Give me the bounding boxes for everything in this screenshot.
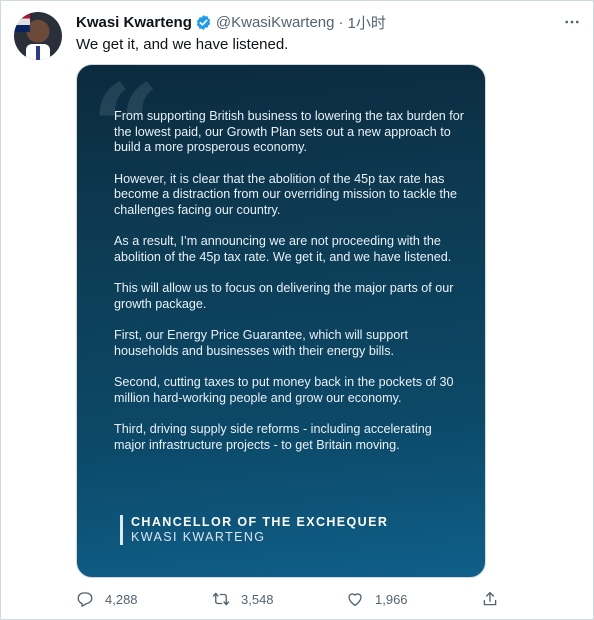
- reply-count: 4,288: [105, 591, 138, 607]
- statement-paragraph: Third, driving supply side reforms - inc…: [114, 421, 432, 452]
- retweet-button[interactable]: 3,548: [212, 588, 274, 610]
- statement-text: From supporting British business to lowe…: [114, 109, 464, 469]
- retweet-count: 3,548: [241, 591, 274, 607]
- statement-paragraph: As a result, I’m announcing we are not p…: [114, 234, 452, 264]
- signature-title: CHANCELLOR OF THE EXCHEQUER: [131, 515, 389, 529]
- author-handle[interactable]: @KwasiKwarteng: [216, 14, 335, 31]
- statement-paragraph: However, it is clear that the abolition …: [114, 171, 457, 218]
- tweet-header: Kwasi Kwarteng @KwasiKwarteng · 1小时: [76, 12, 386, 32]
- statement-paragraph: From supporting British business to lowe…: [114, 109, 464, 155]
- like-count: 1,966: [375, 591, 408, 607]
- more-options-icon[interactable]: [560, 10, 584, 34]
- tweet-actions: 4,288 3,548 1,966: [76, 588, 506, 610]
- heart-icon: [348, 593, 362, 607]
- like-button[interactable]: 1,966: [346, 588, 408, 610]
- reply-button[interactable]: 4,288: [76, 588, 138, 610]
- share-icon: [483, 591, 497, 606]
- tweet-text: We get it, and we have listened.: [76, 36, 289, 53]
- timestamp[interactable]: 1小时: [347, 12, 385, 33]
- reply-icon: [77, 592, 93, 607]
- flag-decoration: [14, 12, 30, 32]
- author-name[interactable]: Kwasi Kwarteng: [76, 14, 192, 31]
- avatar[interactable]: [14, 12, 62, 60]
- avatar-tie: [36, 46, 40, 60]
- statement-paragraph: First, our Energy Price Guarantee, which…: [114, 328, 408, 358]
- statement-paragraph: Second, cutting taxes to put money back …: [114, 374, 454, 405]
- verified-badge-icon: [196, 14, 211, 30]
- signature-block: CHANCELLOR OF THE EXCHEQUER KWASI KWARTE…: [120, 515, 388, 545]
- statement-paragraph: This will allow us to focus on deliverin…: [114, 281, 454, 311]
- tweet-image[interactable]: “ From supporting British business to lo…: [76, 64, 486, 578]
- share-button[interactable]: [481, 588, 499, 610]
- signature-name: KWASI KWARTENG: [131, 530, 266, 544]
- separator-dot: ·: [338, 13, 344, 31]
- retweet-icon: [212, 592, 230, 606]
